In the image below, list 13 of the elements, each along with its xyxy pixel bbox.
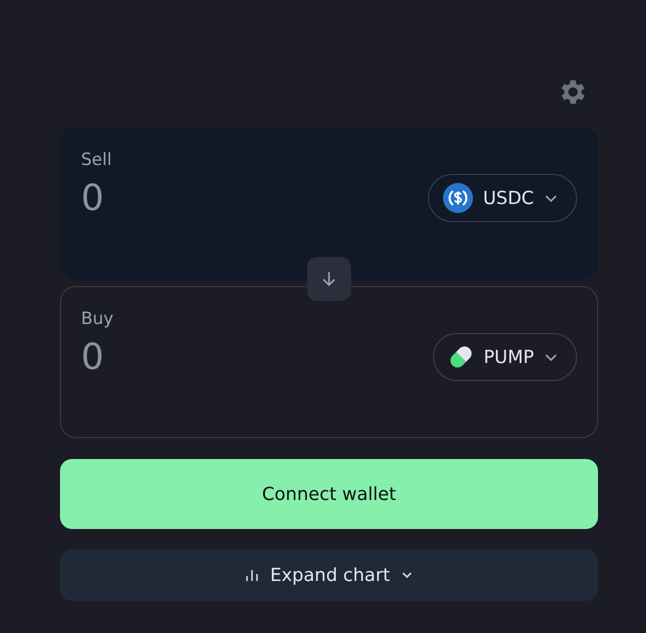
token-selector[interactable]: USDC (428, 174, 577, 222)
token-selector[interactable]: PUMP (432, 333, 577, 381)
connect-wallet-button[interactable]: Connect wallet (60, 459, 598, 529)
arrow-down-icon (320, 270, 338, 288)
amount-field[interactable]: 0 (81, 336, 281, 378)
bar-chart-icon (244, 567, 260, 583)
amount-field[interactable]: 0 (81, 178, 281, 218)
pill-icon (448, 344, 474, 370)
dollar-coin-icon (442, 183, 473, 213)
panel-label: Sell (81, 150, 112, 170)
panel-label: Buy (81, 309, 114, 329)
swap-direction-button[interactable] (307, 257, 351, 301)
expand-chart-button[interactable]: Expand chart (60, 549, 598, 601)
